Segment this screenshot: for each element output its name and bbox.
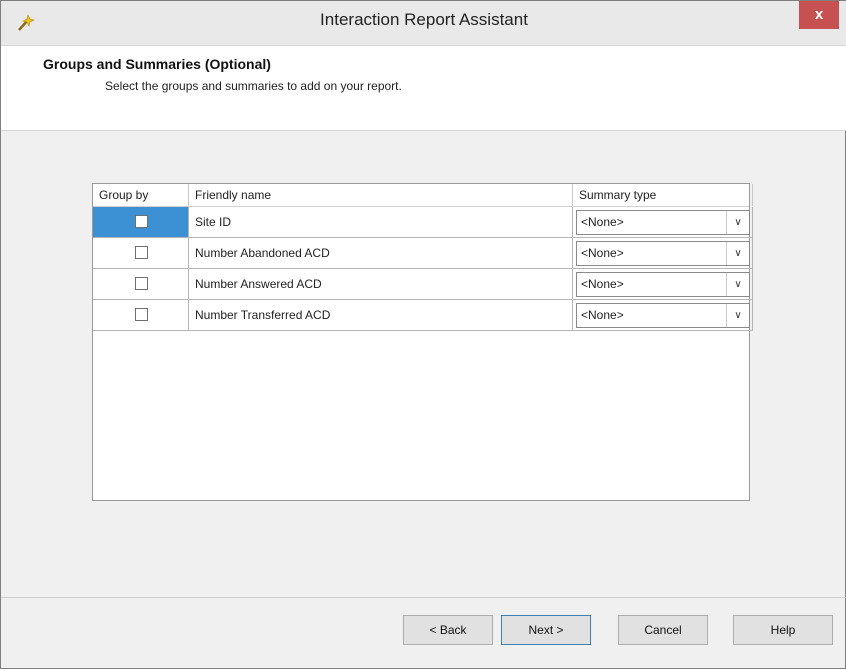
page-header: Groups and Summaries (Optional) Select t…	[1, 46, 846, 131]
footer-divider	[1, 597, 846, 598]
grid-row[interactable]: Number Answered ACD <None> ∨	[93, 269, 753, 300]
chevron-down-icon[interactable]: ∨	[726, 211, 749, 234]
help-button[interactable]: Help	[733, 615, 833, 645]
summary-type-value: <None>	[581, 308, 624, 322]
group-by-cell	[93, 238, 189, 269]
friendly-name-cell: Site ID	[189, 207, 573, 238]
column-header-group-by: Group by	[93, 184, 189, 206]
summary-type-select[interactable]: <None> ∨	[576, 303, 750, 328]
page-title: Groups and Summaries (Optional)	[43, 56, 271, 72]
friendly-name-cell: Number Transferred ACD	[189, 300, 573, 331]
chevron-down-icon[interactable]: ∨	[726, 273, 749, 296]
group-by-checkbox[interactable]	[135, 277, 148, 290]
friendly-name-cell: Number Answered ACD	[189, 269, 573, 300]
summary-type-cell: <None> ∨	[573, 269, 753, 300]
summary-type-select[interactable]: <None> ∨	[576, 241, 750, 266]
groups-summaries-grid: Group by Friendly name Summary type Site…	[92, 183, 753, 501]
next-button[interactable]: Next >	[501, 615, 591, 645]
column-header-friendly-name: Friendly name	[189, 184, 573, 206]
chevron-down-icon[interactable]: ∨	[726, 242, 749, 265]
summary-type-cell: <None> ∨	[573, 207, 753, 238]
grid-header: Group by Friendly name Summary type	[93, 184, 753, 207]
close-button[interactable]: x	[799, 1, 839, 29]
grid-row[interactable]: Number Abandoned ACD <None> ∨	[93, 238, 753, 269]
summary-type-select[interactable]: <None> ∨	[576, 210, 750, 235]
summary-type-cell: <None> ∨	[573, 300, 753, 331]
group-by-checkbox[interactable]	[135, 215, 148, 228]
group-by-checkbox[interactable]	[135, 246, 148, 259]
window-title: Interaction Report Assistant	[320, 10, 528, 29]
summary-type-select[interactable]: <None> ∨	[576, 272, 750, 297]
column-header-summary-type: Summary type	[573, 184, 753, 206]
page-subtitle: Select the groups and summaries to add o…	[105, 79, 402, 93]
summary-type-value: <None>	[581, 246, 624, 260]
group-by-cell	[93, 207, 189, 238]
summary-type-cell: <None> ∨	[573, 238, 753, 269]
grid-row[interactable]: Number Transferred ACD <None> ∨	[93, 300, 753, 331]
back-button[interactable]: < Back	[403, 615, 493, 645]
summary-type-value: <None>	[581, 215, 624, 229]
grid-row[interactable]: Site ID <None> ∨	[93, 207, 753, 238]
group-by-checkbox[interactable]	[135, 308, 148, 321]
title-bar: Interaction Report Assistant x	[1, 1, 846, 46]
group-by-cell	[93, 300, 189, 331]
group-by-cell	[93, 269, 189, 300]
summary-type-value: <None>	[581, 277, 624, 291]
dialog-window: Interaction Report Assistant x Groups an…	[0, 0, 846, 669]
friendly-name-cell: Number Abandoned ACD	[189, 238, 573, 269]
cancel-button[interactable]: Cancel	[618, 615, 708, 645]
chevron-down-icon[interactable]: ∨	[726, 304, 749, 327]
